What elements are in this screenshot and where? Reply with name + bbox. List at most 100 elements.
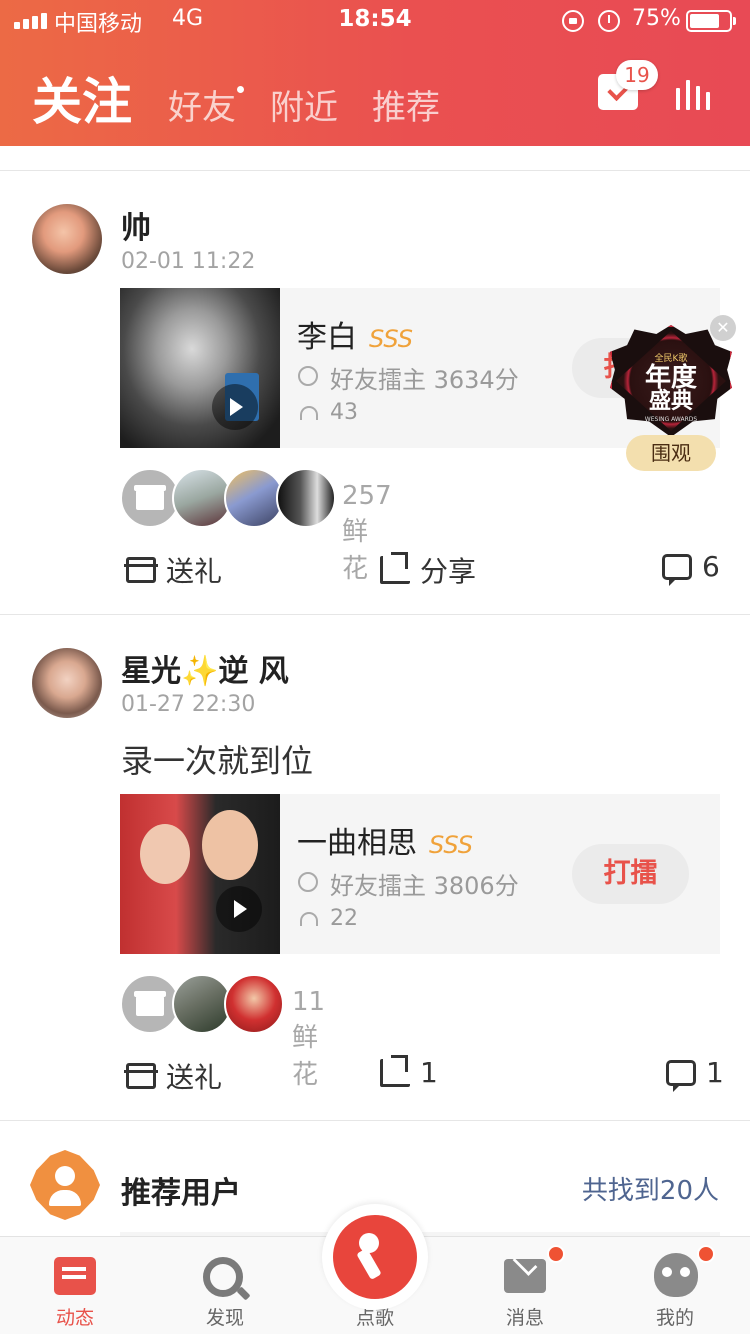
share-button[interactable]: 分享 [380, 550, 476, 590]
tab-recommended[interactable]: 推荐 [372, 80, 440, 129]
comment-button[interactable]: 1 [666, 1056, 724, 1092]
challenge-button[interactable]: 打擂 [572, 844, 689, 904]
rank-text: 好友擂主 3634分 [330, 366, 519, 394]
close-icon[interactable]: ✕ [710, 315, 736, 341]
award-title-line1: 年度 [644, 363, 697, 393]
share-icon [380, 1058, 410, 1087]
alarm-icon [598, 10, 620, 32]
nav-discover[interactable]: 发现 [175, 1237, 275, 1334]
gift-icon [120, 468, 180, 528]
headphones-icon [300, 912, 318, 926]
medal-icon [298, 872, 318, 892]
watch-button[interactable]: 围观 [626, 435, 716, 471]
microphone-icon [333, 1215, 417, 1299]
recommend-title: 推荐用户 [121, 1176, 241, 1211]
play-icon[interactable] [212, 384, 258, 430]
comment-count: 6 [702, 550, 720, 583]
nav-feed[interactable]: 动态 [25, 1237, 125, 1334]
song-cover[interactable] [120, 794, 280, 954]
gifter-avatar [172, 974, 232, 1034]
post-actions: 送礼 1 1 [0, 1056, 750, 1096]
tab-friends[interactable]: 好友 [168, 80, 244, 129]
sing-button[interactable] [322, 1204, 428, 1310]
avatar[interactable] [32, 648, 102, 718]
app-screen: 中国移动 4G 18:54 75% 关注 好友 附近 推荐 19 帅 02-01… [0, 0, 750, 1334]
gift-label: 送礼 [166, 555, 223, 588]
nav-messages[interactable]: 消息 [475, 1237, 575, 1334]
annual-awards-badge[interactable]: 全民K歌 年度 盛典 WESING AWARDS 围观 [610, 325, 732, 471]
nav-label: 动态 [55, 1307, 94, 1329]
recommend-count-link[interactable]: 共找到20人 [582, 1170, 719, 1207]
nav-label: 发现 [205, 1307, 244, 1329]
gifter-avatar [172, 468, 232, 528]
headphones-icon [300, 406, 318, 420]
gift-box-icon [124, 1063, 158, 1089]
profile-penguin-icon [654, 1253, 698, 1297]
top-divider [0, 170, 750, 171]
cover-face [202, 810, 258, 880]
avatar[interactable] [32, 204, 102, 274]
battery-icon [686, 10, 736, 32]
comment-icon [662, 553, 692, 586]
status-bar: 中国移动 4G 18:54 75% [0, 0, 750, 40]
header: 中国移动 4G 18:54 75% 关注 好友 附近 推荐 19 [0, 0, 750, 146]
rotation-lock-icon [562, 10, 584, 32]
song-title-row: 李白 SSS [297, 312, 413, 356]
post-divider [0, 1120, 750, 1121]
rank-text: 好友擂主 3806分 [330, 872, 519, 900]
song-cover[interactable] [120, 288, 280, 448]
song-title: 李白 [297, 320, 357, 355]
listen-count: 43 [330, 400, 358, 425]
song-title: 一曲相思 [297, 826, 417, 861]
gift-label: 送礼 [166, 1061, 223, 1094]
post-time: 01-27 22:30 [121, 692, 256, 717]
username[interactable]: 星光✨逆 风 [121, 646, 289, 690]
listen-count: 22 [330, 906, 358, 931]
award-title-line2: 盛典 [648, 389, 693, 414]
award-subtitle: WESING AWARDS [644, 416, 698, 423]
share-label: 分享 [420, 555, 477, 588]
post-divider [0, 614, 750, 615]
post-time: 02-01 11:22 [121, 249, 256, 274]
gifter-avatar [224, 468, 284, 528]
comment-button[interactable]: 6 [662, 550, 720, 586]
post-actions: 送礼 分享 6 [0, 550, 750, 590]
new-dot-icon [237, 86, 244, 93]
unread-dot-icon [547, 1245, 565, 1263]
nav-label: 我的 [655, 1307, 694, 1329]
unread-dot-icon [697, 1245, 715, 1263]
top-tabs: 关注 好友 附近 推荐 [32, 62, 474, 134]
share-icon [380, 556, 410, 584]
song-card[interactable]: 一曲相思 SSS 好友擂主 3806分 22 打擂 [120, 794, 720, 954]
cover-face [140, 824, 190, 884]
gift-button[interactable]: 送礼 [124, 550, 223, 590]
mail-icon [504, 1259, 546, 1293]
gifter-avatar [276, 468, 336, 528]
username[interactable]: 帅 [121, 203, 151, 247]
search-icon [203, 1257, 243, 1297]
play-icon[interactable] [216, 886, 262, 932]
tab-friends-label: 好友 [168, 88, 236, 128]
comment-count: 1 [706, 1056, 724, 1089]
checkin-badge: 19 [616, 60, 658, 90]
gift-icon [120, 974, 180, 1034]
gift-button[interactable]: 送礼 [124, 1056, 223, 1096]
battery-percent: 75% [632, 6, 681, 31]
post-caption: 录一次就到位 [121, 742, 314, 780]
share-count: 1 [420, 1056, 438, 1089]
tab-following[interactable]: 关注 [32, 62, 132, 134]
tab-nearby[interactable]: 附近 [270, 80, 338, 129]
nav-me[interactable]: 我的 [625, 1237, 725, 1334]
medal-icon [298, 366, 318, 386]
recommend-user-icon [30, 1150, 100, 1220]
gifter-avatar [224, 974, 284, 1034]
feed-icon [54, 1257, 96, 1295]
song-title-row: 一曲相思 SSS [297, 818, 473, 862]
comment-icon [666, 1059, 696, 1092]
nav-label: 消息 [505, 1307, 544, 1329]
grade-badge: SSS [369, 325, 413, 353]
share-button[interactable]: 1 [380, 1056, 438, 1089]
rank-bars-icon[interactable] [676, 80, 710, 110]
gift-box-icon [124, 557, 158, 583]
grade-badge: SSS [429, 831, 473, 859]
